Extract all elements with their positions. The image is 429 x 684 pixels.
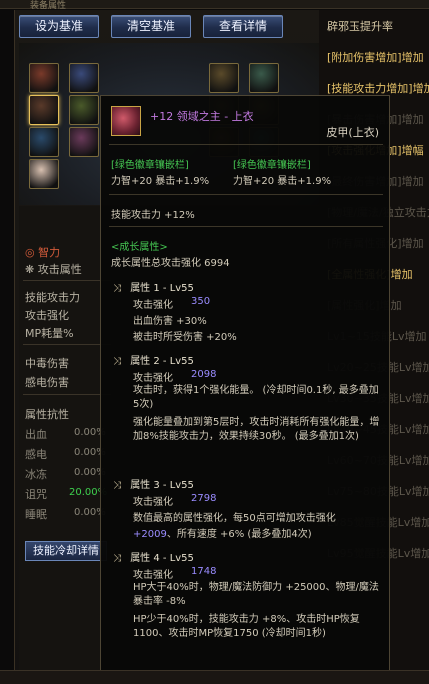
growth-total: 成长属性总攻击强化 6994 <box>111 258 230 269</box>
divider <box>109 194 383 195</box>
item-tooltip: +12 领域之主 - 上衣 皮甲(上衣) [绿色徽章镶嵌栏] [绿色徽章镶嵌栏]… <box>100 95 390 684</box>
skill-attack-bonus: 技能攻击力 +12% <box>111 210 195 221</box>
attr-4-boost-label: 攻击强化 <box>133 570 173 581</box>
divider <box>109 144 383 145</box>
attr-2-boost-value: 2098 <box>191 369 217 380</box>
shock-dmg-label: 感电伤害 <box>25 376 69 389</box>
socket-value-2: 力智+20 暴击+1.9% <box>233 176 332 187</box>
item-subtype: 皮甲(上衣) <box>326 126 379 139</box>
attack-attr-label: ❋ 攻击属性 <box>25 263 82 276</box>
divider <box>23 344 111 345</box>
attr-4-para-1: HP大于40%时，物理/魔法防御力 +25000、物理/魔法暴击率 -8% <box>133 582 379 607</box>
shuffle-icon: ⤨ <box>113 356 121 367</box>
bottom-bar <box>0 670 429 684</box>
attr-1-line-1: 出血伤害 +30% <box>133 316 207 327</box>
curse-label: 诅咒 <box>25 488 47 501</box>
attr-3-boost-value: 2798 <box>191 493 217 504</box>
attr-3-header: ⤨ 属性 3 - Lv55 <box>113 480 194 491</box>
attr-1-header: ⤨ 属性 1 - Lv55 <box>113 283 194 294</box>
armor-icon[interactable] <box>29 95 59 125</box>
attr-1-boost-value: 350 <box>191 296 211 307</box>
shock-label: 感电 <box>25 448 47 461</box>
divider <box>109 226 383 227</box>
sleep-label: 睡眠 <box>25 508 47 521</box>
skill-attack-label: 技能攻击力 <box>25 291 80 304</box>
attr-3-para-1: 数值最高的属性强化，每50点可增加攻击强化 <box>133 513 336 524</box>
option-list-item: [技能攻击力增加]增加 <box>327 82 429 95</box>
attr-2-header: ⤨ 属性 2 - Lv55 <box>113 356 194 367</box>
shoulder-icon[interactable] <box>69 95 99 125</box>
clear-base-button[interactable]: 清空基准 <box>111 15 191 38</box>
top-tab-strip: 装备属性 <box>0 0 429 11</box>
shuffle-icon: ⤨ <box>113 480 121 491</box>
weapon-icon[interactable] <box>29 63 59 93</box>
divider <box>23 280 111 281</box>
attr-2-para-2: 强化能量叠加到第5层时，攻击时消耗所有强化能量，增加8%技能攻击力，效果持续30… <box>133 417 380 442</box>
character-info-window: 装备属性 设为基准 清空基准 查看详情 ◎ 智力 ❋ 攻击属性 技能攻击力 攻击… <box>0 0 429 684</box>
poison-dmg-label: 中毒伤害 <box>25 357 69 370</box>
belt-icon[interactable] <box>29 127 59 157</box>
attr-4-header: ⤨ 属性 4 - Lv55 <box>113 553 194 564</box>
option-list-item: [附加伤害增加]增加 <box>327 51 424 64</box>
shoes-icon[interactable] <box>249 63 279 93</box>
avatar-icon[interactable] <box>29 159 59 189</box>
socket-label-2: [绿色徽章镶嵌栏] <box>233 160 311 171</box>
shuffle-icon: ⤨ <box>113 553 121 564</box>
view-detail-button[interactable]: 查看详情 <box>203 15 283 38</box>
shuffle-icon: ⤨ <box>113 283 121 294</box>
bleed-label: 出血 <box>25 428 47 441</box>
title-icon[interactable] <box>69 127 99 157</box>
attr-4-boost-value: 1748 <box>191 566 217 577</box>
attr-3-boost-label: 攻击强化 <box>133 497 173 508</box>
attr-2-boost-label: 攻击强化 <box>133 373 173 384</box>
attr-4-para-2: HP少于40%时，技能攻击力 +8%、攻击时HP恢复1100、攻击时MP恢复17… <box>133 614 360 639</box>
item-title: +12 领域之主 - 上衣 <box>150 110 254 123</box>
elem-res-label: 属性抗性 <box>25 408 69 421</box>
divider <box>23 394 111 395</box>
growth-header: <成长属性> <box>111 242 168 253</box>
armor-icon <box>111 106 141 136</box>
pants-icon[interactable] <box>209 63 239 93</box>
mp-cost-label: MP耗量% <box>25 327 74 340</box>
attr-1-boost-label: 攻击强化 <box>133 300 173 311</box>
freeze-label: 冰冻 <box>25 468 47 481</box>
socket-label-1: [绿色徽章镶嵌栏] <box>111 160 189 171</box>
intelligence-label: ◎ 智力 <box>25 246 61 259</box>
attack-boost-label: 攻击强化 <box>25 309 69 322</box>
skill-cooldown-detail-button[interactable]: 技能冷却详情 <box>25 541 107 561</box>
set-base-button[interactable]: 设为基准 <box>19 15 99 38</box>
ring-icon[interactable] <box>69 63 99 93</box>
socket-value-1: 力智+20 暴击+1.9% <box>111 176 210 187</box>
attr-2-para-1: 攻击时，获得1个强化能量。 (冷却时间0.1秒, 最多叠加5次) <box>133 385 379 410</box>
attr-1-line-2: 被击时所受伤害 +20% <box>133 332 237 343</box>
attr-3-para-2: +2009、所有速度 +6% (最多叠加4次) <box>133 529 312 540</box>
option-list-item: 辟邪玉提升率 <box>327 20 393 33</box>
